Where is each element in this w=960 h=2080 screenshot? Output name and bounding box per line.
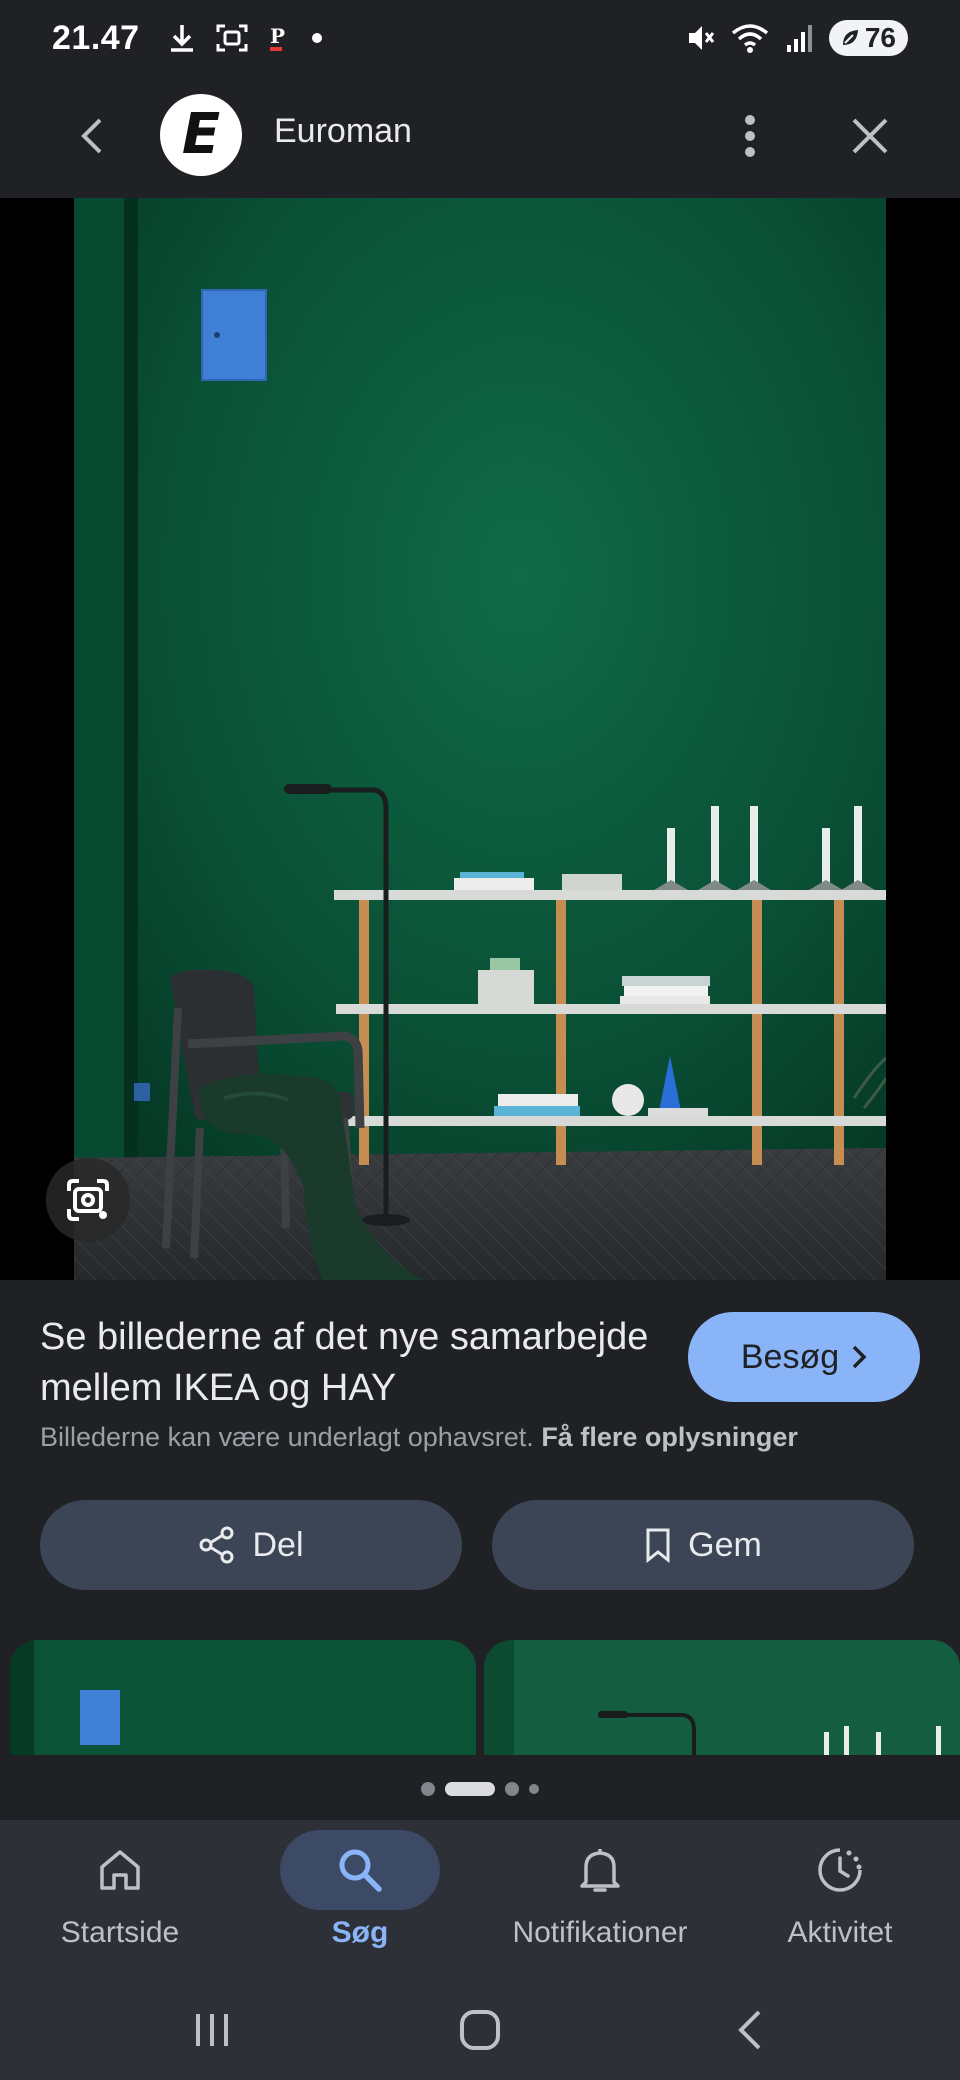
share-button[interactable]: Del xyxy=(40,1500,462,1590)
svg-text:P: P xyxy=(270,24,285,48)
main-photo[interactable] xyxy=(74,198,886,1280)
nav-item-home[interactable]: Startside xyxy=(0,1830,240,1970)
share-button-label: Del xyxy=(252,1525,304,1564)
nav-label-home: Startside xyxy=(60,1916,180,1949)
screenshot-icon xyxy=(216,24,248,52)
pager-dot[interactable] xyxy=(529,1784,539,1794)
related-image-thumbnail[interactable] xyxy=(10,1640,476,1755)
save-button-label: Gem xyxy=(688,1525,762,1564)
dot-icon xyxy=(311,33,322,43)
copyright-notice: Billederne kan være underlagt ophavsret.… xyxy=(40,1422,798,1453)
activity-icon xyxy=(818,1848,862,1892)
battery-saver-icon xyxy=(842,30,858,45)
home-button[interactable] xyxy=(440,1990,520,2070)
search-icon xyxy=(339,1849,382,1892)
status-time: 21.47 xyxy=(52,18,140,57)
p-app-icon: P xyxy=(269,24,285,51)
site-logo-letter: E xyxy=(181,102,221,167)
close-icon xyxy=(852,118,888,154)
bell-icon xyxy=(580,1849,620,1892)
related-image-thumbnail[interactable] xyxy=(484,1640,960,1755)
result-title[interactable]: Se billederne af det nye samarbejde mell… xyxy=(40,1312,680,1414)
visit-button[interactable]: Besøg xyxy=(688,1312,920,1402)
carousel-pager xyxy=(0,1782,960,1796)
viewer-header: E Euroman xyxy=(0,76,960,196)
home-icon xyxy=(100,1850,140,1890)
nav-item-activity[interactable]: Aktivitet xyxy=(720,1830,960,1970)
nav-item-notifications[interactable]: Notifikationer xyxy=(480,1830,720,1970)
nav-label-search: Søg xyxy=(331,1916,389,1949)
signal-icon xyxy=(786,25,812,52)
close-button[interactable] xyxy=(840,106,900,166)
download-icon xyxy=(170,25,193,52)
nav-icon-container xyxy=(760,1830,920,1910)
more-options-button[interactable] xyxy=(720,106,780,166)
nav-icon-container xyxy=(40,1830,200,1910)
nav-label-activity: Aktivitet xyxy=(787,1916,893,1949)
visit-button-label: Besøg xyxy=(740,1337,840,1376)
copyright-text: Billederne kan være underlagt ophavsret. xyxy=(40,1422,534,1452)
lens-button[interactable] xyxy=(46,1158,130,1242)
nav-label-notifications: Notifikationer xyxy=(512,1916,688,1949)
google-lens-icon xyxy=(67,1179,109,1221)
system-back-button[interactable] xyxy=(710,1990,790,2070)
nav-icon-container xyxy=(520,1830,680,1910)
status-system-icons: 76 xyxy=(685,20,908,56)
system-navigation-bar xyxy=(0,1970,960,2080)
status-bar: 21.47 P 76 xyxy=(0,0,960,76)
share-icon xyxy=(199,1526,234,1564)
recent-apps-button[interactable] xyxy=(172,1990,252,2070)
nav-icon-container xyxy=(280,1830,440,1910)
result-info: Se billederne af det nye samarbejde mell… xyxy=(0,1280,960,1820)
recent-apps-icon xyxy=(196,2014,228,2046)
more-info-link[interactable]: Få flere oplysninger xyxy=(541,1422,798,1452)
bookmark-icon xyxy=(646,1528,670,1563)
mute-icon xyxy=(688,26,715,50)
status-notification-icons: P xyxy=(168,23,324,53)
pager-dot-active[interactable] xyxy=(445,1782,495,1796)
back-arrow-icon xyxy=(738,2010,761,2050)
chevron-left-icon xyxy=(81,118,102,154)
home-outline-icon xyxy=(460,2010,500,2050)
battery-indicator: 76 xyxy=(828,20,908,56)
bottom-navigation: Startside Søg Notifikationer Aktivitet xyxy=(0,1820,960,1970)
image-viewer[interactable] xyxy=(0,198,960,1280)
wifi-icon xyxy=(731,24,768,53)
battery-level: 76 xyxy=(864,22,896,53)
chevron-right-icon xyxy=(852,1345,867,1369)
more-vert-icon xyxy=(745,115,755,157)
site-logo[interactable]: E xyxy=(160,94,242,176)
pager-dot[interactable] xyxy=(421,1782,435,1796)
pager-dot[interactable] xyxy=(505,1782,519,1796)
save-button[interactable]: Gem xyxy=(492,1500,914,1590)
back-button[interactable] xyxy=(62,106,122,166)
nav-item-search[interactable]: Søg xyxy=(240,1830,480,1970)
site-name[interactable]: Euroman xyxy=(274,112,412,151)
